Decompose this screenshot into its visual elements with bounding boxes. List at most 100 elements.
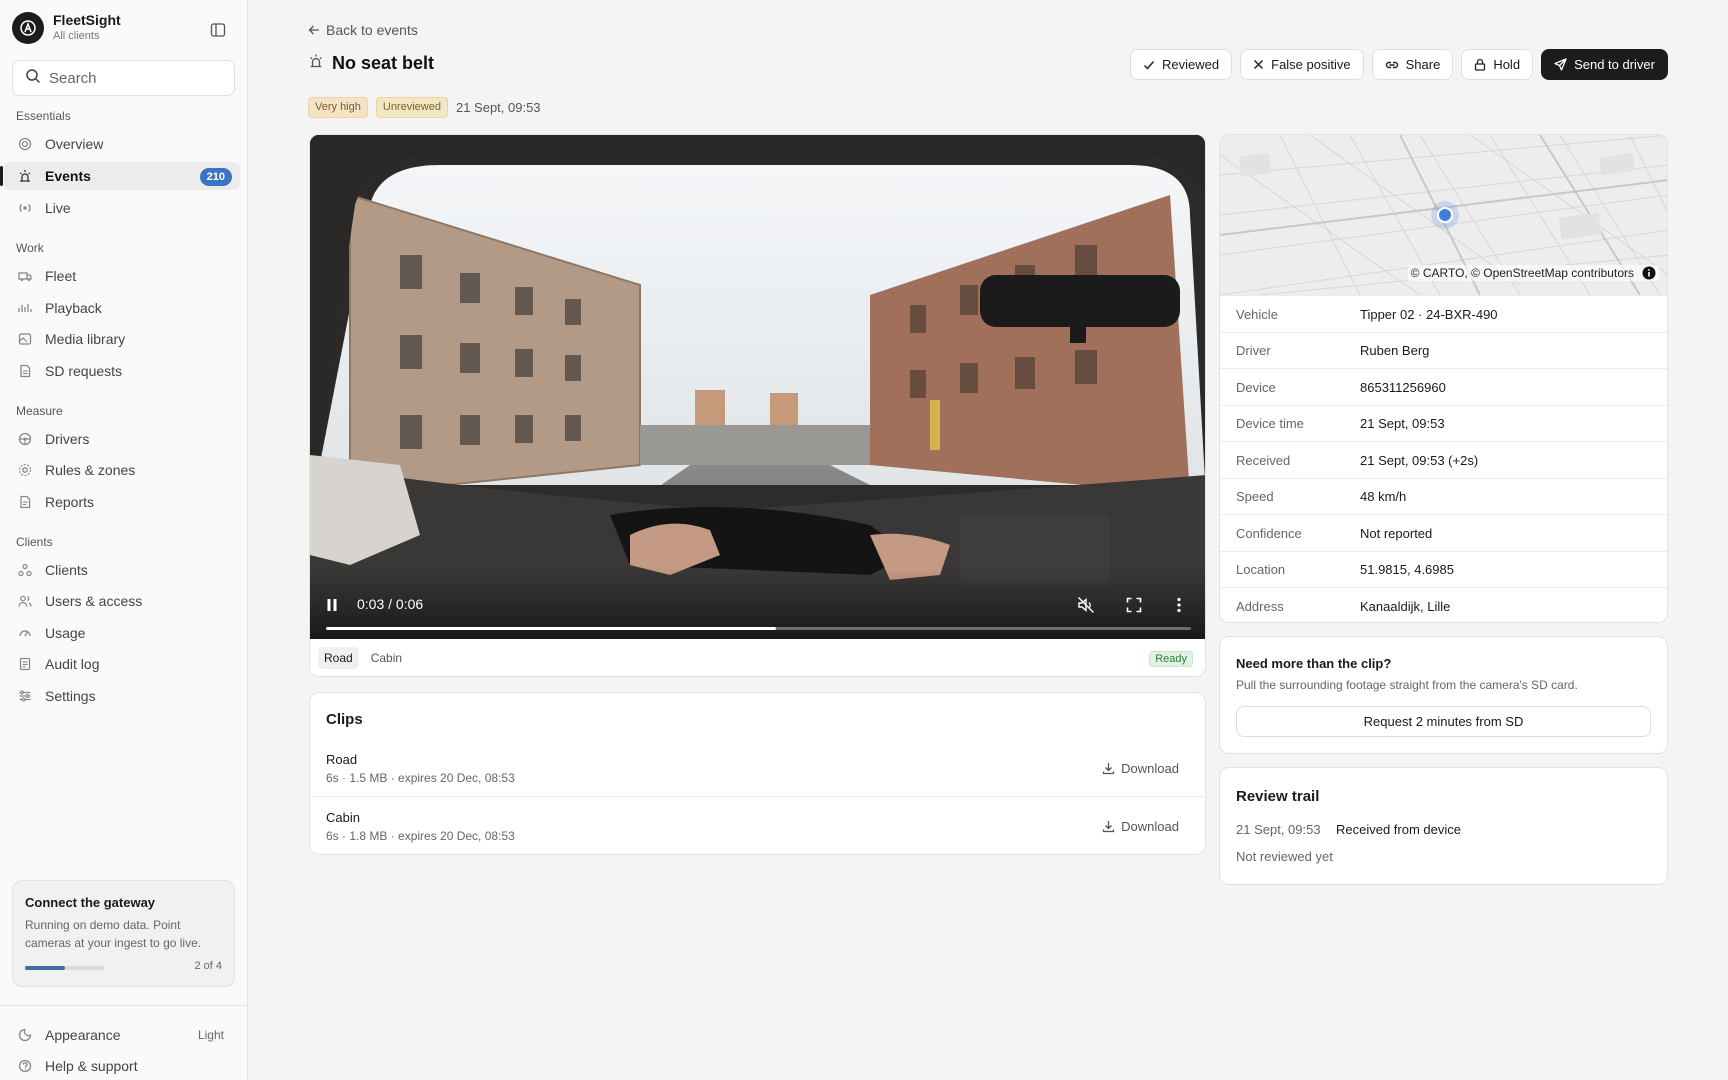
sd-request-text: Pull the surrounding footage straight fr… — [1236, 678, 1578, 692]
gateway-progress-fill — [25, 966, 65, 970]
clip-name: Road — [326, 752, 358, 767]
sidebar-item-settings[interactable]: Settings — [4, 682, 240, 710]
detail-key: Device time — [1236, 416, 1304, 431]
tab-road[interactable]: Road — [318, 647, 359, 669]
events-icon — [17, 168, 33, 184]
detail-key: Device — [1236, 379, 1276, 395]
detail-row-address: Address Kanaaldijk, Lille — [1220, 587, 1667, 622]
reviewed-label: Reviewed — [1162, 57, 1220, 72]
help-icon — [17, 1058, 33, 1074]
pause-icon[interactable] — [326, 598, 338, 617]
trail-entry-time: 21 Sept, 09:53 — [1236, 822, 1321, 837]
brand-name: FleetSight — [53, 12, 121, 28]
sidebar-item-rules-zones[interactable]: Rules & zones — [4, 456, 240, 484]
info-icon[interactable] — [1642, 266, 1656, 280]
detail-row-driver: Driver Ruben Berg — [1220, 331, 1667, 369]
send-to-driver-button[interactable]: Send to driver — [1541, 49, 1668, 80]
video-seek-bar[interactable] — [326, 627, 1191, 630]
sidebar-item-label: Settings — [45, 688, 96, 704]
detail-row-device: Device 865311256960 — [1220, 368, 1667, 405]
download-button[interactable]: Download — [1102, 761, 1179, 776]
detail-key: Address — [1236, 598, 1284, 614]
request-sd-button[interactable]: Request 2 minutes from SD — [1236, 706, 1651, 737]
download-button[interactable]: Download — [1102, 819, 1179, 834]
detail-row-speed: Speed 48 km/h — [1220, 477, 1667, 515]
brand[interactable]: FleetSight All clients — [12, 12, 121, 44]
detail-key: Vehicle — [1236, 306, 1278, 322]
sidebar-item-drivers[interactable]: Drivers — [4, 425, 240, 453]
sidebar-item-label: Drivers — [45, 431, 90, 447]
sidebar-item-fleet[interactable]: Fleet — [4, 262, 240, 290]
appearance-value: Light — [197, 1028, 224, 1042]
sidebar-item-audit-log[interactable]: Audit log — [4, 650, 240, 678]
sidebar-item-reports[interactable]: Reports — [4, 488, 240, 516]
clips-card: Clips Road 6s · 1.5 MB · expires 20 Dec,… — [309, 692, 1207, 855]
gateway-progress-bar — [25, 966, 105, 970]
event-details-card: © CARTO, © OpenStreetMap contributors Ve… — [1219, 134, 1668, 623]
sidebar-item-overview[interactable]: Overview — [4, 130, 240, 158]
users-icon — [17, 593, 33, 609]
sidebar-item-label: Usage — [45, 625, 86, 641]
camera-tabs: Road Cabin — [318, 647, 414, 669]
detail-value: Not reported — [1360, 525, 1433, 541]
sidebar-item-label: Media library — [45, 331, 126, 347]
gateway-card[interactable]: Connect the gateway Running on demo data… — [12, 880, 235, 987]
clips-title: Clips — [326, 711, 363, 728]
sidebar-item-label: Live — [45, 200, 71, 216]
sidebar-item-sd-requests[interactable]: SD requests — [4, 357, 240, 385]
event-tags: Very high Unreviewed 21 Sept, 09:53 — [308, 97, 541, 118]
detail-key: Location — [1236, 562, 1286, 577]
status-badge: Unreviewed — [375, 97, 448, 118]
clip-row: Road 6s · 1.5 MB · expires 20 Dec, 08:53… — [310, 744, 1207, 802]
location-map[interactable]: © CARTO, © OpenStreetMap contributors — [1220, 135, 1667, 295]
search-box[interactable] — [12, 60, 235, 96]
sidebar-item-users-access[interactable]: Users & access — [4, 587, 240, 615]
detail-value: 48 km/h — [1360, 489, 1407, 504]
review-trail-card: Review trail 21 Sept, 09:53 Received fro… — [1219, 767, 1668, 885]
sidebar-item-label: SD requests — [45, 363, 123, 379]
sidebar-item-label: Audit log — [45, 656, 100, 672]
video-controls: 0:03 / 0:06 — [310, 569, 1205, 639]
audit-icon — [17, 656, 33, 672]
appearance-icon — [17, 1027, 33, 1043]
sidebar-item-live[interactable]: Live — [4, 194, 240, 222]
mute-icon[interactable] — [1077, 596, 1095, 619]
reports-icon — [17, 494, 33, 510]
section-label-essentials: Essentials — [16, 109, 71, 123]
sidebar-collapse-icon[interactable] — [208, 20, 228, 40]
gateway-title: Connect the gateway — [25, 895, 156, 910]
share-button[interactable]: Share — [1371, 49, 1454, 80]
hold-label: Hold — [1493, 57, 1521, 72]
sidebar-item-label: Rules & zones — [45, 462, 136, 478]
back-to-events-link[interactable]: Back to events — [308, 22, 418, 38]
lock-icon — [1474, 58, 1486, 71]
video-time: 0:03 / 0:06 — [357, 596, 424, 612]
sidebar-item-media-library[interactable]: Media library — [4, 325, 240, 353]
sidebar-item-clients[interactable]: Clients — [4, 556, 240, 584]
tab-cabin[interactable]: Cabin — [365, 647, 408, 669]
hold-button[interactable]: Hold — [1461, 49, 1534, 80]
more-options-icon[interactable] — [1176, 597, 1182, 618]
detail-key: Driver — [1236, 343, 1271, 358]
check-icon — [1143, 59, 1155, 71]
detail-row-confidence: Confidence Not reported — [1220, 514, 1667, 551]
search-input[interactable] — [49, 69, 219, 87]
fullscreen-icon[interactable] — [1126, 597, 1142, 618]
detail-value: Ruben Berg — [1360, 343, 1430, 358]
dashcam-frame — [310, 135, 1205, 639]
map-attribution-text: © CARTO, © OpenStreetMap contributors — [1410, 266, 1634, 280]
false-positive-button[interactable]: False positive — [1240, 49, 1364, 80]
sidebar-item-label: Fleet — [45, 268, 77, 284]
video-player[interactable]: 0:03 / 0:06 — [310, 135, 1205, 639]
reviewed-button[interactable]: Reviewed — [1130, 49, 1233, 80]
sd-card-icon — [17, 363, 33, 379]
help-support-link[interactable]: Help & support — [4, 1052, 240, 1080]
sidebar-item-events[interactable]: Events 210 — [0, 162, 240, 190]
download-label: Download — [1121, 761, 1179, 776]
sidebar-item-playback[interactable]: Playback — [4, 294, 240, 322]
sd-request-title: Need more than the clip? — [1236, 656, 1392, 671]
sidebar-item-usage[interactable]: Usage — [4, 619, 240, 647]
arrow-left-icon — [308, 24, 320, 36]
send-icon — [1554, 58, 1567, 71]
appearance-toggle[interactable]: Appearance Light — [4, 1021, 240, 1049]
